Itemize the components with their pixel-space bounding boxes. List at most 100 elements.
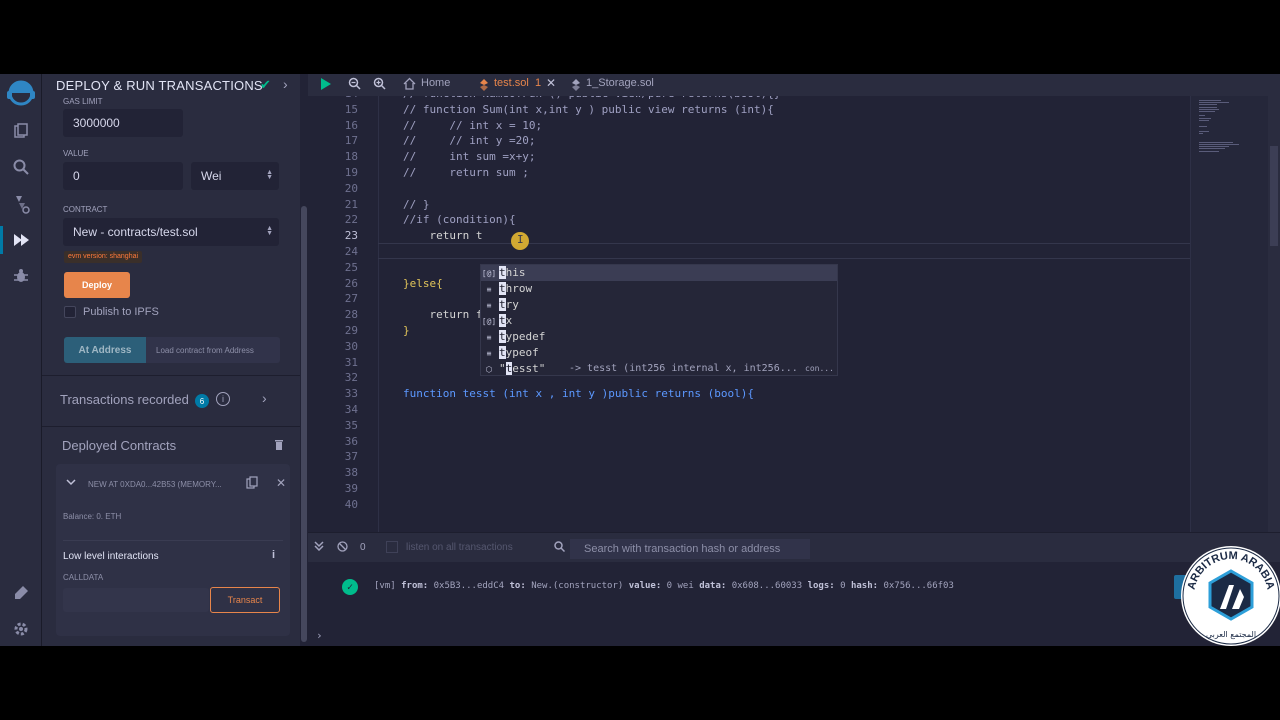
deploy-button[interactable]: Deploy	[64, 272, 130, 298]
deploy-run-icon[interactable]	[10, 229, 32, 251]
suggestion-item[interactable]: ≡ try	[481, 297, 837, 313]
suggestion-item[interactable]: [@] this	[481, 265, 837, 281]
autocomplete-widget[interactable]: [@] this ≡ throw ≡ try [@] tx ≡ typedef ≡ typeof ⬡ "t…	[480, 264, 838, 376]
panel-scrollbar[interactable]	[301, 206, 307, 642]
tab-home[interactable]: Home	[421, 77, 450, 89]
zoom-in-icon[interactable]	[373, 77, 386, 95]
code-line[interactable]: // }	[403, 198, 430, 211]
code-line[interactable]: // function Sum(int x,int y ) public vie…	[403, 103, 774, 116]
gas-limit-input[interactable]: 3000000	[63, 109, 183, 137]
editor-scrollbar[interactable]	[1268, 96, 1280, 532]
line-number: 24	[344, 245, 358, 258]
copy-icon[interactable]	[246, 476, 258, 492]
line-number: 20	[344, 181, 358, 195]
run-script-icon[interactable]	[320, 77, 332, 96]
collapse-terminal-icon[interactable]	[314, 541, 324, 554]
tab-1-storage-sol[interactable]: 1_Storage.sol	[586, 77, 654, 89]
code-line[interactable]: //if (condition){	[403, 213, 516, 226]
chevron-right-icon[interactable]: ›	[262, 390, 267, 406]
minimap-line	[1199, 111, 1215, 112]
info-icon[interactable]: i	[272, 549, 275, 561]
minimap-line	[1199, 126, 1207, 128]
line-number: 15	[344, 102, 358, 116]
code-line[interactable]: return f	[403, 308, 482, 321]
clear-console-icon[interactable]	[337, 541, 348, 555]
code-line[interactable]: }	[403, 324, 410, 337]
close-icon[interactable]: ✕	[276, 476, 286, 490]
log-logs-label: logs:	[807, 581, 835, 591]
code-line[interactable]: // int sum =x+y;	[403, 150, 535, 163]
info-icon[interactable]: i	[216, 392, 230, 406]
line-number: 16	[344, 118, 358, 132]
panel-title: DEPLOY & RUN TRANSACTIONS	[56, 78, 263, 93]
logo-text-bottom: المجتمع العربي	[1206, 630, 1256, 639]
suggestion-item-function[interactable]: ⬡ "tesst" -> tesst (int256 internal x, int…	[481, 361, 837, 377]
remix-logo[interactable]	[4, 77, 38, 107]
deployed-contracts-title: Deployed Contracts	[62, 438, 177, 453]
publish-ipfs-label: Publish to IPFS	[83, 306, 159, 318]
remix-ide: DEPLOY & RUN TRANSACTIONS ✔ › GAS LIMIT …	[0, 74, 1280, 646]
transactions-recorded-label[interactable]: Transactions recorded	[60, 392, 189, 407]
terminal-prompt[interactable]: ›	[316, 629, 323, 642]
suggestion-item[interactable]: [@] tx	[481, 313, 837, 329]
trash-icon[interactable]	[274, 439, 284, 453]
evm-version-badge: evm version: shanghai	[64, 251, 143, 263]
code-line[interactable]: function tesst (int x , int y )public re…	[403, 387, 754, 400]
mouse-cursor-icon: I	[511, 232, 529, 250]
suggestion-match: t	[499, 298, 506, 311]
publish-ipfs-checkbox[interactable]	[64, 306, 76, 318]
at-address-button[interactable]: At Address	[64, 337, 146, 363]
debugger-icon[interactable]	[10, 265, 32, 287]
plugin-manager-icon[interactable]	[10, 582, 32, 604]
log-hash: 0x756...66f03	[883, 581, 954, 591]
tab-test-sol[interactable]: test.sol	[494, 77, 529, 89]
code-line[interactable]: // // int x = 10;	[403, 119, 542, 132]
code-line[interactable]: // return sum ;	[403, 166, 529, 179]
line-number: 28	[344, 308, 358, 322]
code-line[interactable]: // function NameOfFun () public view/pur…	[403, 96, 781, 100]
listen-checkbox[interactable]	[386, 541, 398, 553]
instance-name[interactable]: NEW AT 0XDA0...42B53 (MEMORY...	[88, 480, 222, 489]
value-label: VALUE	[63, 149, 89, 158]
zoom-out-icon[interactable]	[348, 77, 361, 95]
search-icon[interactable]	[10, 156, 32, 178]
active-plugin-indicator	[0, 226, 3, 254]
indent-guide	[378, 96, 379, 532]
settings-icon[interactable]	[10, 618, 32, 640]
listen-label: listen on all transactions	[406, 542, 513, 553]
line-number: 23	[344, 229, 358, 243]
minimap-line	[1199, 148, 1225, 150]
file-explorer-icon[interactable]	[10, 120, 32, 142]
value-unit-select[interactable]: Wei ▲ ▼	[191, 162, 279, 190]
tx-search-input[interactable]: Search with transaction hash or address	[570, 539, 810, 559]
line-number: 27	[344, 292, 358, 306]
load-contract-input[interactable]: Load contract from Address	[146, 337, 280, 363]
code-editor[interactable]: // function NameOfFun () public view/pur…	[308, 96, 1268, 532]
minimap-line	[1199, 104, 1217, 106]
chevron-right-icon[interactable]: ›	[283, 76, 288, 92]
suggestion-item[interactable]: ≡ typedef	[481, 329, 837, 345]
minimap-line	[1199, 106, 1217, 108]
search-icon	[554, 541, 566, 555]
code-line[interactable]: // // int y =20;	[403, 134, 535, 147]
current-line-highlight	[378, 243, 1190, 259]
code-line[interactable]: }else{	[403, 277, 443, 290]
log-line[interactable]: [vm] from: 0x5B3...eddC4 to: New.(constr…	[374, 581, 954, 591]
code-line[interactable]: return t	[403, 229, 482, 242]
scrollbar-thumb[interactable]	[1270, 146, 1278, 246]
value-input[interactable]: 0	[63, 162, 183, 190]
suggestion-item[interactable]: ≡ typeof	[481, 345, 837, 361]
contract-select[interactable]: New - contracts/test.sol ▲ ▼	[63, 218, 279, 246]
suggestion-label: typedef	[499, 330, 545, 343]
suggestion-match: t	[499, 282, 506, 295]
transact-button[interactable]: Transact	[210, 587, 280, 613]
minimap[interactable]	[1190, 96, 1268, 532]
close-icon[interactable]: ✕	[546, 76, 556, 90]
calldata-input[interactable]	[63, 588, 209, 612]
suggestion-kind-icon: ≡	[486, 300, 492, 310]
solidity-file-icon	[480, 78, 488, 96]
chevron-down-icon[interactable]	[66, 478, 76, 489]
compiler-icon[interactable]	[10, 193, 32, 215]
suggestion-item[interactable]: ≡ throw	[481, 281, 837, 297]
suggestion-label: "tesst"	[499, 362, 545, 375]
